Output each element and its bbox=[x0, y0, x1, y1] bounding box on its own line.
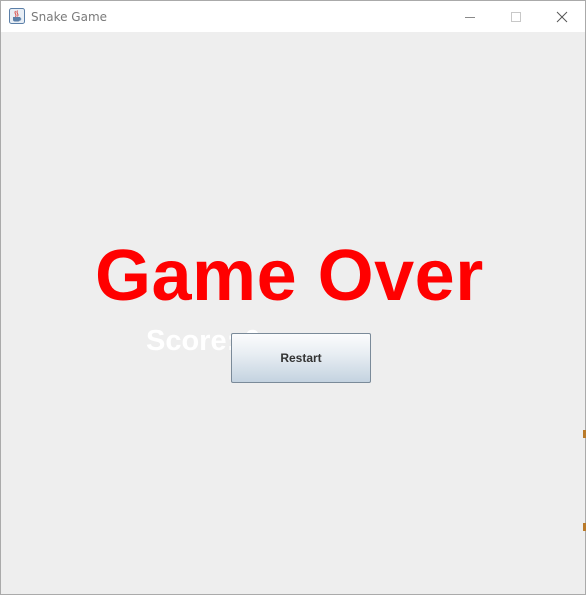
game-panel[interactable]: Game Over Score: 0 Restart bbox=[1, 32, 585, 594]
maximize-icon[interactable] bbox=[493, 1, 539, 32]
restart-button[interactable]: Restart bbox=[231, 333, 371, 383]
snake-game-window: Snake Game Game Over Score: 0 Restart bbox=[0, 0, 586, 595]
game-over-heading: Game Over bbox=[95, 236, 484, 316]
java-cup-icon bbox=[9, 8, 25, 24]
minimize-icon[interactable] bbox=[447, 1, 493, 32]
window-title: Snake Game bbox=[31, 10, 108, 24]
close-icon[interactable] bbox=[539, 1, 585, 32]
title-bar[interactable]: Snake Game bbox=[1, 1, 585, 32]
